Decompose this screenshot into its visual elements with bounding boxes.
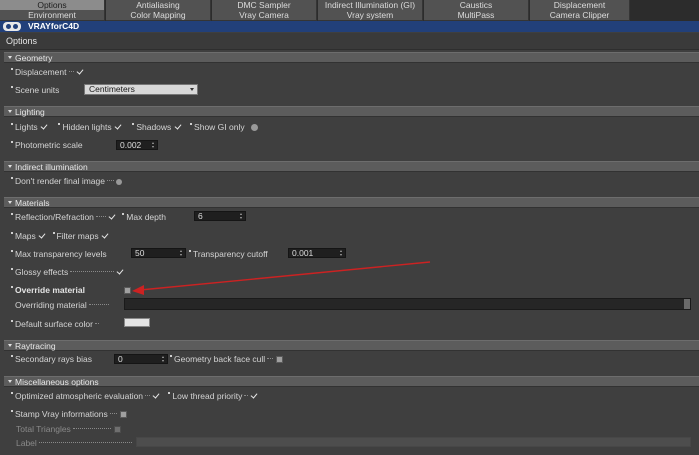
secondary-bias-row: Secondary rays bias bbox=[11, 353, 92, 365]
low-thread-priority-checkbox[interactable] bbox=[250, 392, 258, 400]
displacement-row: Displacement bbox=[11, 66, 84, 78]
section-geometry[interactable]: Geometry bbox=[4, 52, 699, 63]
label-input[interactable] bbox=[136, 437, 691, 447]
displacement-checkbox[interactable] bbox=[76, 68, 84, 76]
override-material-row: Override material bbox=[11, 284, 131, 296]
glossy-row: Glossy effects bbox=[11, 266, 124, 278]
tab-camera-clipper[interactable]: Camera Clipper bbox=[530, 10, 630, 21]
collapse-triangle-icon bbox=[8, 201, 12, 204]
transparency-cutoff-row: Transparency cutoff bbox=[189, 248, 268, 260]
stamp-row: Stamp Vray informations bbox=[11, 408, 127, 420]
section-lighting[interactable]: Lighting bbox=[4, 106, 699, 117]
spinner-icon[interactable] bbox=[180, 250, 183, 256]
reflection-refraction-checkbox[interactable] bbox=[108, 213, 116, 221]
scene-units-select[interactable]: Centimeters bbox=[84, 84, 198, 95]
maps-row: Maps Filter maps bbox=[11, 230, 109, 242]
optimized-atmospheric-checkbox[interactable] bbox=[152, 392, 160, 400]
override-material-checkbox[interactable] bbox=[123, 286, 131, 294]
reflection-row: Reflection/Refraction Max depth bbox=[11, 211, 166, 223]
section-miscellaneous[interactable]: Miscellaneous options bbox=[4, 376, 699, 387]
collapse-triangle-icon bbox=[8, 344, 12, 347]
photometric-scale-input[interactable]: 0.002 bbox=[116, 140, 158, 150]
lights-checkbox[interactable] bbox=[40, 123, 48, 131]
tab-multipass[interactable]: MultiPass bbox=[424, 10, 529, 21]
filter-maps-checkbox[interactable] bbox=[101, 232, 109, 240]
back-face-cull-row: Geometry back face cull bbox=[170, 353, 284, 365]
secondary-rays-bias-input[interactable]: 0 bbox=[114, 354, 168, 364]
back-face-cull-checkbox[interactable] bbox=[275, 355, 284, 363]
tab-bar: Options Antialiasing DMC Sampler Indirec… bbox=[0, 0, 699, 21]
maps-checkbox[interactable] bbox=[38, 232, 46, 240]
default-surface-color-row: Default surface color bbox=[11, 318, 101, 330]
section-indirect-illumination[interactable]: Indirect illumination bbox=[4, 161, 699, 172]
total-triangles-checkbox[interactable] bbox=[113, 425, 121, 433]
hidden-lights-checkbox[interactable] bbox=[114, 123, 122, 131]
total-triangles-row: Total Triangles bbox=[11, 423, 121, 435]
collapse-triangle-icon bbox=[8, 56, 12, 59]
overriding-material-row: Overriding material bbox=[11, 299, 111, 311]
section-materials[interactable]: Materials bbox=[4, 197, 699, 208]
spinner-icon[interactable] bbox=[162, 356, 165, 362]
scene-units-row: Scene units bbox=[11, 84, 59, 96]
default-surface-color-swatch[interactable] bbox=[124, 318, 150, 327]
spinner-icon[interactable] bbox=[240, 213, 243, 219]
transparency-cutoff-input[interactable]: 0.001 bbox=[288, 248, 346, 258]
spinner-icon[interactable] bbox=[340, 250, 343, 256]
overriding-material-link-field[interactable] bbox=[124, 298, 691, 310]
link-field-menu-icon[interactable] bbox=[684, 299, 690, 309]
max-depth-input[interactable]: 6 bbox=[194, 211, 246, 221]
section-raytracing[interactable]: Raytracing bbox=[4, 340, 699, 351]
label-row: Label bbox=[11, 437, 134, 449]
brand-bar: VRAYforC4D bbox=[0, 21, 699, 32]
vray-logo-icon bbox=[3, 22, 21, 31]
tab-color-mapping[interactable]: Color Mapping bbox=[106, 10, 211, 21]
glossy-effects-checkbox[interactable] bbox=[116, 268, 124, 276]
photometric-row: Photometric scale bbox=[11, 139, 83, 151]
collapse-triangle-icon bbox=[8, 110, 12, 113]
max-transparency-row: Max transparency levels bbox=[11, 248, 107, 260]
tab-vray-system[interactable]: Vray system bbox=[318, 10, 423, 21]
tab-environment[interactable]: Environment bbox=[0, 10, 105, 21]
chevron-down-icon bbox=[190, 88, 194, 91]
shadows-checkbox[interactable] bbox=[174, 123, 182, 131]
dont-render-row: Don't render final image bbox=[11, 175, 122, 187]
spinner-icon[interactable] bbox=[152, 142, 155, 148]
panel-title: Options bbox=[0, 33, 699, 50]
tab-vray-camera[interactable]: Vray Camera bbox=[212, 10, 317, 21]
brand-text: VRAYforC4D bbox=[28, 21, 80, 31]
max-transparency-input[interactable]: 50 bbox=[131, 248, 186, 258]
lights-row: Lights Hidden lights Shadows Show GI onl… bbox=[11, 121, 258, 133]
collapse-triangle-icon bbox=[8, 380, 12, 383]
stamp-vray-checkbox[interactable] bbox=[119, 410, 127, 418]
dont-render-toggle[interactable] bbox=[115, 179, 122, 185]
optimized-atmo-row: Optimized atmospheric evaluation Low thr… bbox=[11, 390, 258, 402]
collapse-triangle-icon bbox=[8, 165, 12, 168]
show-gi-only-toggle[interactable] bbox=[250, 124, 258, 131]
